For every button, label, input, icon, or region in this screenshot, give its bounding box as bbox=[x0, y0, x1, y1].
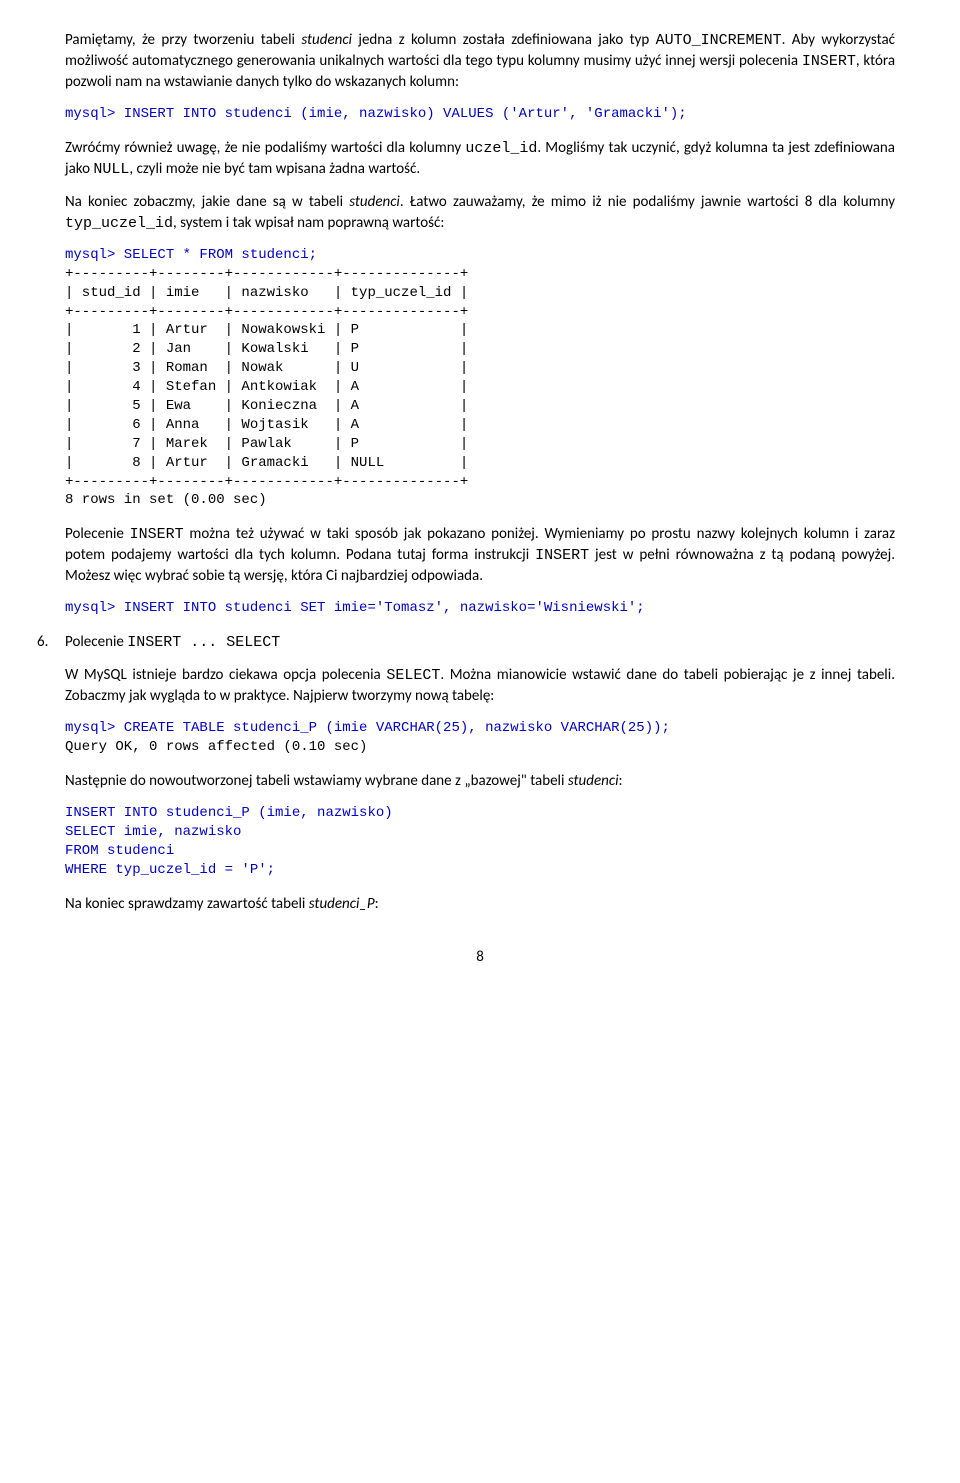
paragraph-6: Następnie do nowoutworzonej tabeli wstaw… bbox=[65, 771, 895, 792]
list-item-6: 6. Polecenie INSERT ... SELECT W MySQL i… bbox=[65, 632, 895, 926]
paragraph-1: Pamiętamy, że przy tworzeniu tabeli stud… bbox=[65, 30, 895, 93]
sql-insert-1: mysql> INSERT INTO studenci (imie, nazwi… bbox=[65, 105, 895, 124]
sql-insert-select: INSERT INTO studenci_P (imie, nazwisko) … bbox=[65, 804, 895, 880]
paragraph-5: W MySQL istnieje bardzo ciekawa opcja po… bbox=[65, 665, 895, 707]
paragraph-7: Na koniec sprawdzamy zawartość tabeli st… bbox=[65, 894, 895, 915]
paragraph-3: Na koniec zobaczmy, jakie dane są w tabe… bbox=[65, 192, 895, 234]
sql-select-block: mysql> SELECT * FROM studenci; +--------… bbox=[65, 246, 895, 510]
page-number: 8 bbox=[65, 947, 895, 968]
paragraph-2: Zwróćmy również uwagę, że nie podaliśmy … bbox=[65, 138, 895, 180]
sql-insert-set: mysql> INSERT INTO studenci SET imie='To… bbox=[65, 599, 895, 618]
sql-create-table: mysql> CREATE TABLE studenci_P (imie VAR… bbox=[65, 719, 895, 757]
list-number: 6. bbox=[37, 632, 65, 926]
list-title: Polecenie INSERT ... SELECT bbox=[65, 632, 895, 653]
paragraph-4: Polecenie INSERT można też używać w taki… bbox=[65, 524, 895, 587]
